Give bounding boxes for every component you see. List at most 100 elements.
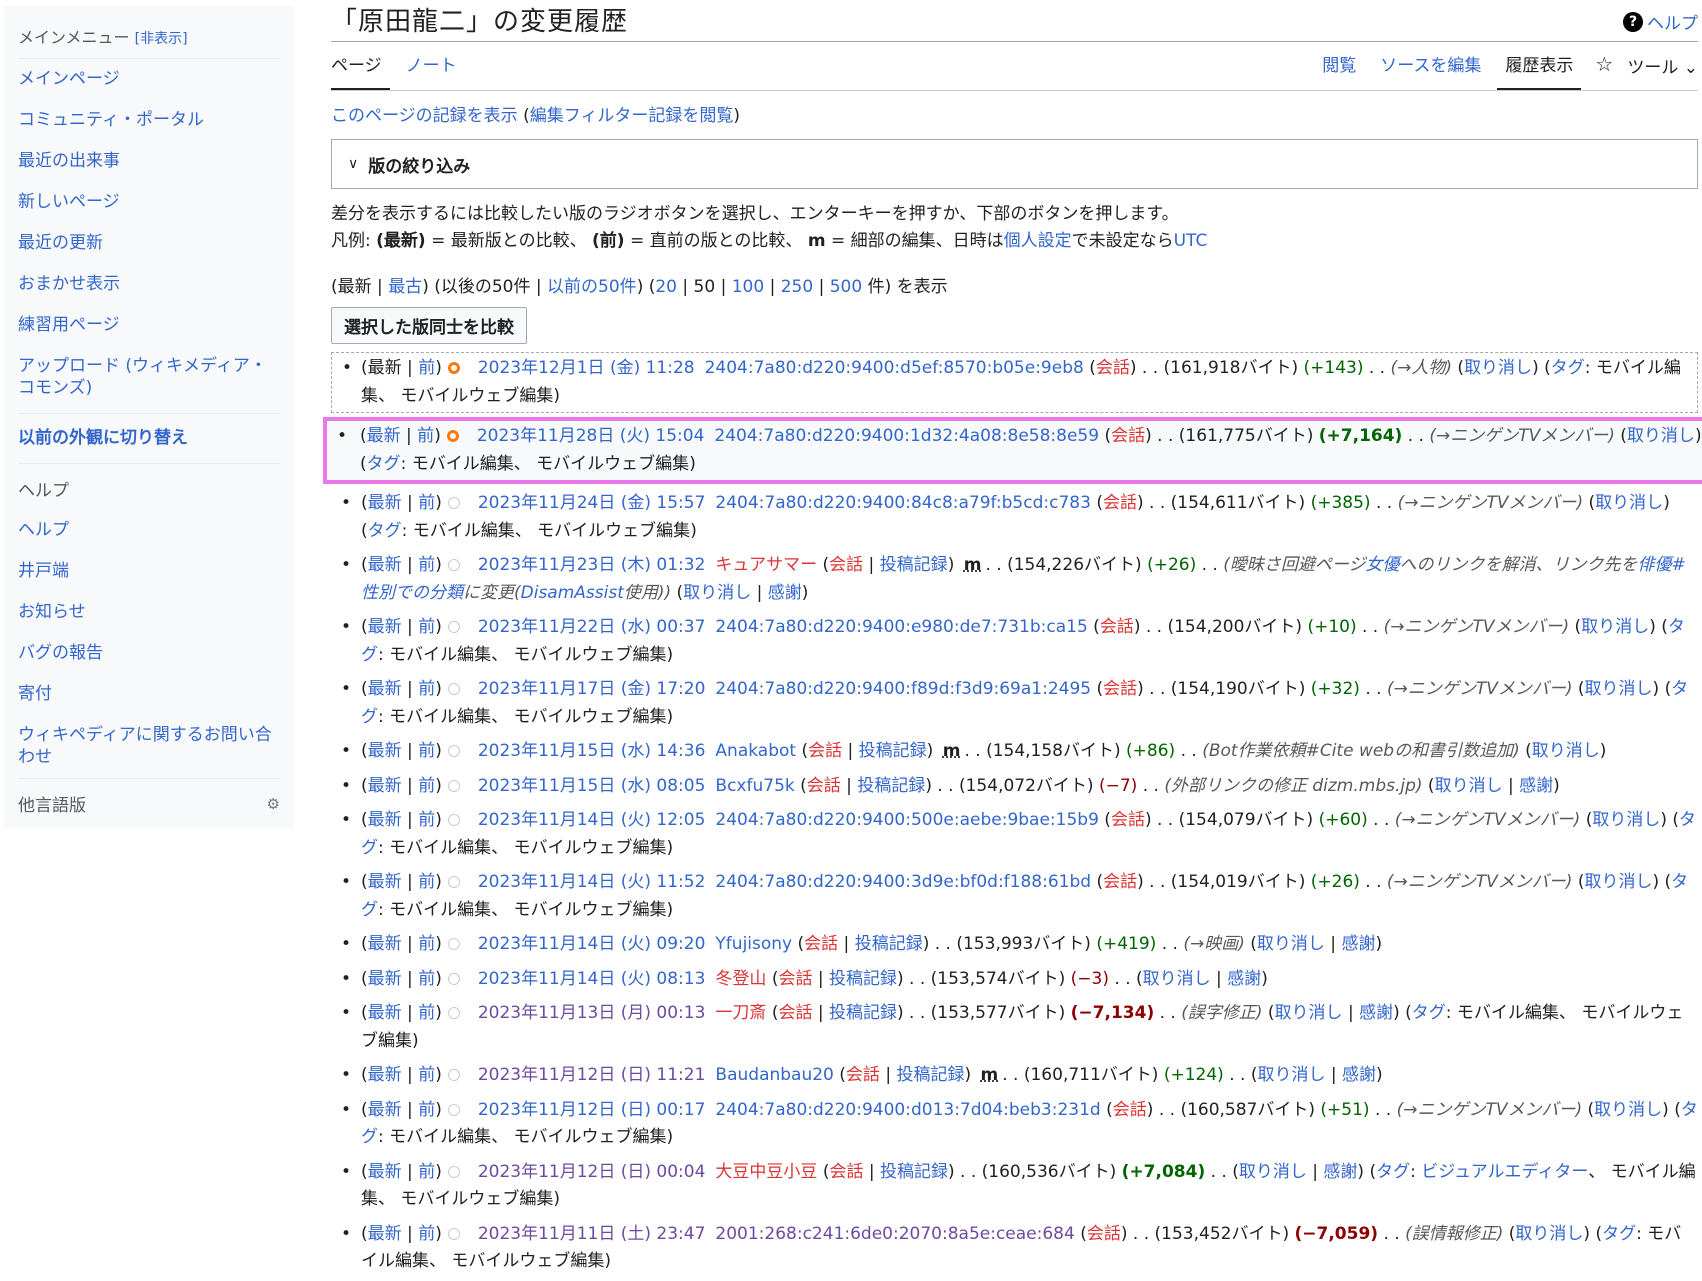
nav-current-events[interactable]: 最近の出来事	[18, 141, 280, 182]
user-link[interactable]: 2404:7a80:d220:9400:1d32:4a08:8e58:8e59	[714, 426, 1099, 446]
prev-link[interactable]: 前	[418, 934, 435, 954]
user-talk-link[interactable]: 会話	[1100, 617, 1134, 637]
revision-radio[interactable]	[447, 814, 460, 826]
thank-link[interactable]: 感謝	[1227, 969, 1261, 989]
cur-link[interactable]: 最新	[368, 1065, 402, 1085]
revision-radio[interactable]	[447, 683, 460, 695]
cur-link[interactable]: 最新	[368, 555, 402, 575]
user-link[interactable]: 2404:7a80:d220:9400:d5ef:8570:b05e:9eb8	[705, 358, 1084, 378]
nav-community-portal[interactable]: コミュニティ・ポータル	[18, 100, 280, 141]
user-talk-link[interactable]: 会話	[804, 934, 838, 954]
nav-random-page[interactable]: おまかせ表示	[18, 264, 280, 305]
star-icon[interactable]: ☆	[1589, 52, 1619, 90]
user-talk-link[interactable]: 会話	[846, 1065, 880, 1085]
revision-timestamp-link[interactable]: 2023年11月14日 (火) 08:13	[478, 969, 706, 989]
cur-link[interactable]: 最新	[368, 1003, 402, 1023]
revision-radio[interactable]	[447, 497, 460, 509]
cur-link[interactable]: 最新	[368, 1100, 402, 1120]
revision-timestamp-link[interactable]: 2023年11月14日 (火) 09:20	[478, 934, 706, 954]
prev-link[interactable]: 前	[418, 1100, 435, 1120]
user-link[interactable]: 大豆中豆小豆	[715, 1162, 817, 1182]
prev-link[interactable]: 前	[418, 555, 435, 575]
undo-link[interactable]: 取り消し	[1257, 1065, 1325, 1085]
prev-link[interactable]: 前	[418, 1224, 435, 1244]
user-link[interactable]: 2404:7a80:d220:9400:d013:7d04:beb3:231d	[715, 1100, 1100, 1120]
preferences-link[interactable]: 個人設定	[1004, 231, 1072, 251]
prev-link[interactable]: 前	[418, 969, 435, 989]
undo-link[interactable]: 取り消し	[1595, 493, 1663, 513]
prev-link[interactable]: 前	[418, 1065, 435, 1085]
nav-announcements[interactable]: お知らせ	[18, 592, 280, 633]
cur-link[interactable]: 最新	[368, 493, 402, 513]
cur-link[interactable]: 最新	[367, 426, 401, 446]
summary-link[interactable]: 女優	[1366, 555, 1400, 575]
limit-500-link[interactable]: 500	[830, 277, 862, 297]
revision-radio[interactable]	[447, 1007, 460, 1019]
summary-link[interactable]: DisamAssist	[521, 583, 624, 603]
revision-timestamp-link[interactable]: 2023年12月1日 (金) 11:28	[478, 358, 695, 378]
undo-link[interactable]: 取り消し	[1585, 679, 1653, 699]
prev-link[interactable]: 前	[418, 617, 435, 637]
user-talk-link[interactable]: 会話	[778, 1003, 812, 1023]
nav-donate[interactable]: 寄付	[18, 674, 280, 715]
revision-timestamp-link[interactable]: 2023年11月12日 (日) 11:21	[478, 1065, 706, 1085]
nav-contact[interactable]: ウィキペディアに関するお問い合わせ	[18, 715, 280, 778]
user-link[interactable]: Yfujisony	[715, 934, 792, 954]
prev-link[interactable]: 前	[418, 1003, 435, 1023]
nav-village-pump[interactable]: 井戸端	[18, 551, 280, 592]
thank-link[interactable]: 感謝	[1359, 1003, 1393, 1023]
undo-link[interactable]: 取り消し	[1594, 1100, 1662, 1120]
user-talk-link[interactable]: 会話	[1103, 493, 1137, 513]
user-talk-link[interactable]: 会話	[808, 741, 842, 761]
user-talk-link[interactable]: 会話	[1103, 679, 1137, 699]
revision-radio[interactable]	[447, 1069, 460, 1081]
cur-link[interactable]: 最新	[368, 1162, 402, 1182]
revision-radio[interactable]	[447, 876, 460, 888]
pager-oldest-link[interactable]: 最古	[388, 277, 422, 297]
revision-timestamp-link[interactable]: 2023年11月17日 (金) 17:20	[478, 679, 706, 699]
prev-link[interactable]: 前	[418, 810, 435, 830]
user-contribs-link[interactable]: 投稿記録	[829, 1003, 897, 1023]
revision-radio[interactable]	[447, 1103, 460, 1116]
undo-link[interactable]: 取り消し	[1435, 776, 1503, 796]
revision-timestamp-link[interactable]: 2023年11月12日 (日) 00:04	[478, 1162, 706, 1182]
user-link[interactable]: Anakabot	[715, 741, 796, 761]
user-talk-link[interactable]: 会話	[1113, 1100, 1147, 1120]
prev-link[interactable]: 前	[418, 872, 435, 892]
help-link[interactable]: ? ヘルプ	[1623, 9, 1698, 34]
prev-link[interactable]: 前	[418, 358, 435, 378]
undo-link[interactable]: 取り消し	[1515, 1224, 1583, 1244]
prev-link[interactable]: 前	[418, 493, 435, 513]
thank-link[interactable]: 感謝	[1341, 934, 1375, 954]
prev-link[interactable]: 前	[417, 426, 434, 446]
undo-link[interactable]: 取り消し	[1275, 1003, 1343, 1023]
user-talk-link[interactable]: 会話	[807, 776, 841, 796]
revision-radio[interactable]	[446, 430, 459, 442]
tags-link[interactable]: タグ	[367, 454, 401, 474]
prev-link[interactable]: 前	[418, 741, 435, 761]
revision-radio[interactable]	[447, 1227, 460, 1240]
user-contribs-link[interactable]: 投稿記録	[859, 741, 927, 761]
pager-prev50-link[interactable]: 以前の50件	[547, 277, 637, 297]
user-link[interactable]: 2404:7a80:d220:9400:3d9e:bf0d:f188:61bd	[715, 872, 1091, 892]
revision-timestamp-link[interactable]: 2023年11月12日 (日) 00:17	[478, 1100, 706, 1120]
switch-skin-link[interactable]: 以前の外観に切り替え	[18, 418, 280, 459]
thank-link[interactable]: 感謝	[768, 583, 802, 603]
user-contribs-link[interactable]: 投稿記録	[896, 1065, 964, 1085]
revision-radio[interactable]	[447, 745, 460, 757]
user-talk-link[interactable]: 会話	[1111, 426, 1145, 446]
user-link[interactable]: Bcxfu75k	[715, 776, 794, 796]
tab-history[interactable]: 履歴表示	[1497, 51, 1582, 90]
revision-timestamp-link[interactable]: 2023年11月15日 (水) 14:36	[478, 741, 706, 761]
cur-link[interactable]: 最新	[368, 1224, 402, 1244]
limit-250-link[interactable]: 250	[781, 277, 813, 297]
revision-radio[interactable]	[447, 362, 460, 374]
tab-talk[interactable]: ノート	[398, 51, 465, 90]
tags-link[interactable]: タグ	[1551, 358, 1585, 378]
cur-link[interactable]: 最新	[368, 934, 402, 954]
undo-link[interactable]: 取り消し	[1532, 741, 1600, 761]
gear-icon[interactable]: ⚙	[267, 795, 280, 813]
revision-timestamp-link[interactable]: 2023年11月15日 (水) 08:05	[478, 776, 706, 796]
cur-link[interactable]: 最新	[368, 679, 402, 699]
tags-link[interactable]: タグ	[1376, 1162, 1410, 1182]
